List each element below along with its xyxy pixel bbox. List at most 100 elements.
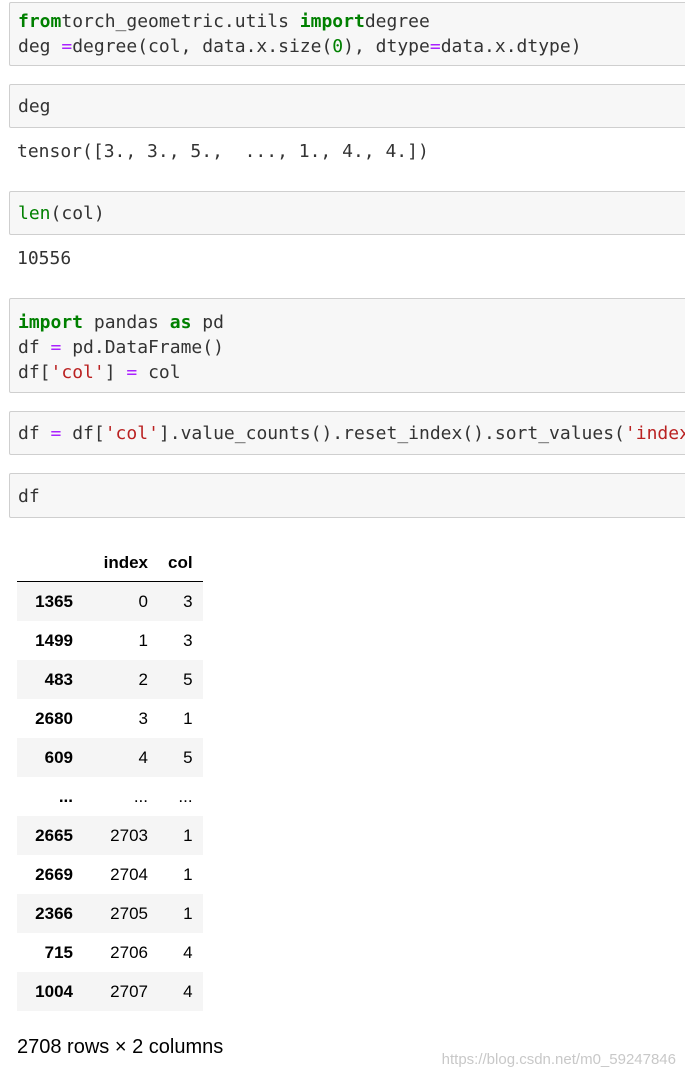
table-cell: 2705: [110, 903, 148, 923]
code-line: import pandas as pd: [18, 310, 685, 335]
table-cell: 2703: [110, 825, 148, 845]
row-index-cell: 2669: [35, 864, 73, 884]
row-index-cell: 2680: [35, 708, 73, 728]
table-row: 2366 2705 1: [17, 894, 203, 933]
row-index-cell: 1365: [35, 591, 73, 611]
table-row: .........: [17, 777, 203, 816]
code-cell-df[interactable]: df: [9, 473, 685, 518]
table-cell: ...: [133, 786, 148, 806]
table-row: 1365 0 3: [17, 581, 203, 621]
code-line: df['col'] = col: [18, 360, 685, 385]
code-token: deg: [18, 36, 62, 57]
table-row: 2669 2704 1: [17, 855, 203, 894]
code-line: deg: [18, 94, 685, 119]
row-index-cell: 715: [44, 942, 73, 962]
code-token: ]: [104, 362, 127, 383]
row-index-cell: 483: [44, 669, 73, 689]
code-token: col: [137, 362, 181, 383]
code-token: 'col': [104, 423, 159, 444]
output-len: 10556: [17, 248, 72, 269]
code-token: =: [429, 36, 441, 57]
code-token: deg: [18, 96, 51, 117]
table-row: 1004 2707 4: [17, 972, 203, 1011]
table-cell: 2706: [110, 942, 148, 962]
code-line: df = df['col'].value_counts().reset_inde…: [18, 421, 685, 446]
dataframe-table: index col 1365 0 3 1499 1 3 483 2 5 2680 3 1 609 4 5..…: [17, 545, 203, 1011]
code-line: fromtorch_geometric.utils importdegree: [18, 9, 685, 34]
table-cell: 1: [183, 708, 193, 728]
table-row: 483 2 5: [17, 660, 203, 699]
row-index-cell: ...: [58, 786, 73, 806]
table-cell: 3: [183, 630, 193, 650]
code-token: as: [169, 312, 192, 333]
output-deg: tensor([3., 3., 5., ..., 1., 4., 4.]): [17, 141, 429, 162]
code-cell-value-counts[interactable]: df = df['col'].value_counts().reset_inde…: [9, 411, 685, 455]
code-token: degree(col, data.x.size(: [72, 36, 333, 57]
code-token: 'index': [624, 423, 685, 444]
code-token: df: [18, 337, 51, 358]
code-token: df[: [18, 362, 51, 383]
code-token: import: [299, 11, 365, 32]
code-cell-deg[interactable]: deg: [9, 84, 685, 128]
row-index-cell: 1499: [35, 630, 73, 650]
column-header-index-blank: [17, 545, 83, 582]
table-row: 2680 3 1: [17, 699, 203, 738]
table-row: 2665 2703 1: [17, 816, 203, 855]
code-token: degree: [364, 11, 430, 32]
table-cell: 2: [138, 669, 148, 689]
table-cell: 3: [138, 708, 148, 728]
code-line: deg =degree(col, data.x.size(0), dtype=d…: [18, 34, 685, 59]
table-cell: 3: [183, 591, 193, 611]
table-cell: 2704: [110, 864, 148, 884]
code-token: =: [50, 423, 62, 444]
code-cell-pandas[interactable]: import pandas as pd df = pd.DataFrame() df…: [9, 298, 685, 393]
code-token: df: [18, 486, 40, 507]
table-cell: 5: [183, 747, 193, 767]
code-token: df: [18, 423, 51, 444]
table-cell: 5: [183, 669, 193, 689]
code-token: =: [61, 36, 73, 57]
code-token: 0: [332, 36, 344, 57]
table-cell: ...: [178, 786, 193, 806]
code-cell-len[interactable]: len(col): [9, 191, 685, 235]
code-token: from: [18, 11, 62, 32]
table-cell: 1: [183, 903, 193, 923]
code-token: len: [18, 203, 51, 224]
table-row: 609 4 5: [17, 738, 203, 777]
code-token: data.x.dtype): [440, 36, 582, 57]
table-cell: 4: [183, 942, 193, 962]
code-token: pd: [191, 312, 224, 333]
column-header-index: index: [83, 545, 158, 582]
code-line: df = pd.DataFrame(): [18, 335, 685, 360]
row-index-cell: 2366: [35, 903, 73, 923]
row-index-cell: 609: [44, 747, 73, 767]
code-cell-import-degree[interactable]: fromtorch_geometric.utils importdegree de…: [9, 2, 685, 66]
table-cell: 0: [138, 591, 148, 611]
code-token: pandas: [83, 312, 170, 333]
table-header-row: index col: [17, 545, 203, 582]
dataframe-shape: 2708 rows × 2 columns: [17, 1036, 224, 1058]
code-token: df[: [61, 423, 105, 444]
code-token: pd.DataFrame(): [61, 337, 224, 358]
column-header-col: col: [158, 545, 203, 582]
code-token: 'col': [50, 362, 105, 383]
row-index-cell: 2665: [35, 825, 73, 845]
code-line: len(col): [18, 201, 685, 226]
code-token: ), dtype: [343, 36, 430, 57]
code-token: =: [50, 337, 62, 358]
code-token: =: [126, 362, 138, 383]
code-token: (col): [50, 203, 105, 224]
code-line: df: [18, 484, 685, 509]
table-cell: 4: [138, 747, 148, 767]
table-cell: 4: [183, 981, 193, 1001]
code-token: import: [18, 312, 84, 333]
table-cell: 2707: [110, 981, 148, 1001]
watermark: https://blog.csdn.net/m0_59247846: [441, 1051, 676, 1068]
code-token: ].value_counts().reset_index().sort_valu…: [158, 423, 625, 444]
table-cell: 1: [183, 864, 193, 884]
code-token: torch_geometric.utils: [61, 11, 300, 32]
row-index-cell: 1004: [35, 981, 73, 1001]
table-cell: 1: [138, 630, 148, 650]
table-row: 715 2706 4: [17, 933, 203, 972]
table-cell: 1: [183, 825, 193, 845]
